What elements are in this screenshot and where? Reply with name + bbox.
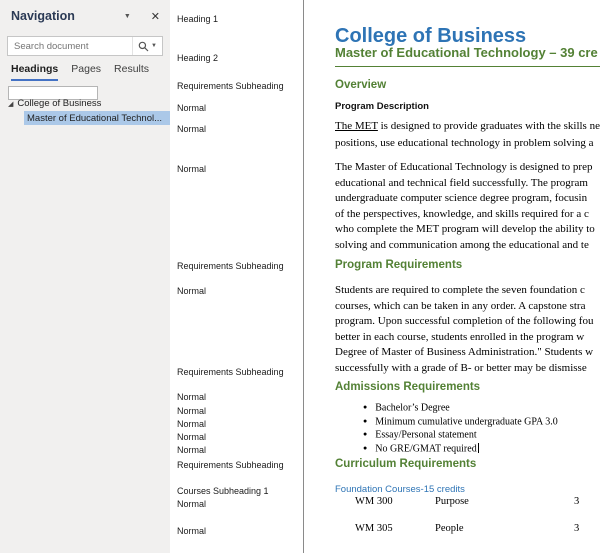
text-line: solving and communication among the educ… — [335, 238, 589, 251]
close-icon[interactable]: ✕ — [151, 10, 160, 23]
course-credits-cell: 3 — [574, 523, 580, 534]
text-line: who complete the MET program will develo… — [335, 223, 595, 235]
search-button[interactable]: ▼ — [132, 37, 162, 55]
style-entry[interactable]: Normal — [177, 406, 206, 416]
style-entry[interactable]: Normal — [177, 124, 206, 134]
bullet-icon: ● — [363, 444, 368, 453]
text-line: positions, use educational technology in… — [335, 136, 594, 149]
style-entry[interactable]: Normal — [177, 499, 206, 509]
navigation-pane: Navigation ▼ ✕ ▼ Headings Pages Results … — [0, 0, 171, 553]
text-line: courses, which can be taken in any order… — [335, 299, 586, 312]
tree-item-master-of-educational-technology[interactable]: Master of Educational Technol... — [24, 111, 170, 125]
admissions-bullet-list: ● Bachelor’s Degree ● Minimum cumulative u… — [335, 401, 558, 456]
tab-pages[interactable]: Pages — [71, 63, 101, 81]
course-code-cell: WM 305 — [355, 523, 393, 534]
style-entry[interactable]: Normal — [177, 286, 206, 296]
text-run: is designed to provide graduates with th… — [377, 120, 600, 132]
course-title-cell: People — [435, 523, 464, 534]
word-window: Navigation ▼ ✕ ▼ Headings Pages Results … — [0, 0, 600, 553]
style-entry[interactable]: Normal — [177, 103, 206, 113]
table-row[interactable]: WM 300 Purpose 3 — [335, 496, 588, 507]
search-dropdown-icon[interactable]: ▼ — [151, 43, 157, 49]
program-title-heading[interactable]: Master of Educational Technology – 39 cr… — [335, 45, 600, 67]
paragraph-intro[interactable]: The MET is designed to provide graduates… — [335, 118, 600, 151]
bullet-item[interactable]: ● No GRE/GMAT required — [363, 442, 558, 456]
tree-item-label: Master of Educational Technol... — [27, 112, 163, 124]
text-line: successfully with a grade of B- or bette… — [335, 361, 587, 374]
style-entry[interactable]: Normal — [177, 526, 206, 536]
bullet-icon: ● — [363, 416, 368, 425]
document-canvas[interactable]: College of Business Master of Educationa… — [304, 0, 600, 553]
search-icon — [138, 41, 149, 51]
bullet-icon: ● — [363, 403, 368, 411]
text-line: better in each course, students enrolled… — [335, 330, 585, 343]
pane-options-dropdown-icon[interactable]: ▼ — [124, 13, 131, 20]
program-requirements-heading[interactable]: Program Requirements — [335, 259, 462, 271]
bullet-item[interactable]: ● Minimum cumulative undergraduate GPA 3.… — [363, 415, 558, 429]
curriculum-requirements-heading[interactable]: Curriculum Requirements — [335, 458, 476, 470]
style-entry[interactable]: Normal — [177, 164, 206, 174]
paragraph-requirements[interactable]: Students are required to complete the se… — [335, 283, 593, 376]
style-entry[interactable]: Normal — [177, 392, 206, 402]
bullet-text: No GRE/GMAT required — [375, 443, 477, 455]
navigation-tabs: Headings Pages Results — [11, 63, 149, 81]
tab-results[interactable]: Results — [114, 63, 149, 81]
table-row[interactable]: WM 305 People 3 — [335, 523, 588, 534]
text-line: of the perspectives, knowledge, and skil… — [335, 207, 589, 220]
text-line: educational and technical field successf… — [335, 176, 588, 189]
style-entry[interactable]: Requirements Subheading — [177, 261, 284, 271]
style-entry[interactable]: Normal — [177, 445, 206, 455]
search-input[interactable] — [8, 40, 133, 52]
text-line: Degree of Master of Business Administrat… — [335, 346, 594, 358]
underlined-text: The MET — [335, 120, 378, 132]
collapse-triangle-icon[interactable]: ◢ — [8, 100, 13, 108]
search-box: ▼ — [7, 36, 163, 56]
headings-tree: ◢ College of Business Master of Educatio… — [0, 97, 170, 125]
course-credits-cell: 3 — [574, 496, 580, 507]
program-description-label[interactable]: Program Description — [335, 101, 429, 112]
course-code-cell: WM 300 — [355, 496, 393, 507]
bullet-icon: ● — [363, 430, 368, 439]
navigation-header: Navigation ▼ ✕ — [0, 0, 170, 23]
style-entry[interactable]: Requirements Subheading — [177, 81, 284, 91]
tree-item-college-of-business[interactable]: ◢ College of Business — [0, 97, 170, 110]
text-line: The Master of Educational Technology is … — [335, 161, 593, 173]
course-title-cell: Purpose — [435, 496, 469, 507]
bullet-text: Bachelor’s Degree — [375, 402, 450, 414]
style-area: Heading 1 Heading 2 Requirements Subhead… — [170, 0, 303, 553]
bullet-text: Minimum cumulative undergraduate GPA 3.0 — [375, 416, 558, 428]
overview-heading[interactable]: Overview — [335, 79, 386, 91]
bullet-text: Essay/Personal statement — [375, 429, 477, 441]
style-entry[interactable]: Heading 1 — [177, 14, 218, 24]
style-entry[interactable]: Normal — [177, 432, 206, 442]
paragraph-program-overview[interactable]: The Master of Educational Technology is … — [335, 160, 595, 253]
bullet-item[interactable]: ● Bachelor’s Degree — [363, 401, 558, 415]
style-entry[interactable]: Heading 2 — [177, 53, 218, 63]
foundation-courses-label[interactable]: Foundation Courses-15 credits — [335, 484, 465, 495]
admissions-requirements-heading[interactable]: Admissions Requirements — [335, 381, 480, 393]
text-line: The MET is designed to provide graduates… — [335, 118, 600, 135]
text-cursor — [477, 442, 479, 453]
text-line: program. Upon successful completion of t… — [335, 315, 594, 327]
style-entry[interactable]: Normal — [177, 419, 206, 429]
tree-item-label: College of Business — [17, 98, 102, 109]
bullet-item[interactable]: ● Essay/Personal statement — [363, 428, 558, 442]
text-line: Students are required to complete the se… — [335, 284, 585, 296]
style-entry[interactable]: Requirements Subheading — [177, 367, 284, 377]
navigation-title: Navigation — [11, 9, 75, 23]
style-entry[interactable]: Courses Subheading 1 — [177, 486, 269, 496]
text-line: undergraduate computer science degree pr… — [335, 192, 588, 204]
style-entry[interactable]: Requirements Subheading — [177, 460, 284, 470]
tab-headings[interactable]: Headings — [11, 63, 59, 81]
